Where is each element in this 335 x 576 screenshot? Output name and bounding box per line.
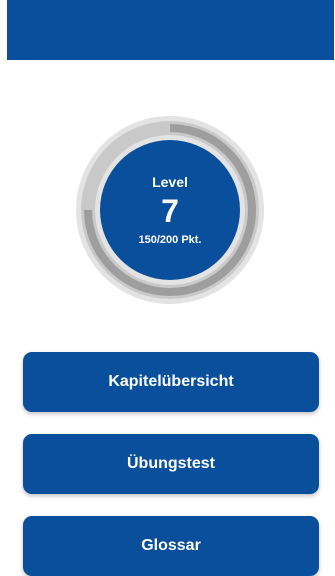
level-badge: Level 7 150/200 Pkt. — [100, 140, 240, 280]
level-value: 7 — [161, 193, 179, 229]
practice-test-button[interactable]: Übungstest — [23, 434, 319, 494]
level-label: Level — [152, 174, 188, 190]
header-bar — [7, 0, 334, 60]
level-points: 150/200 Pkt. — [138, 234, 202, 246]
level-progress-widget: Level 7 150/200 Pkt. — [70, 110, 270, 310]
chapter-overview-button[interactable]: Kapitelübersicht — [23, 352, 319, 412]
glossary-button[interactable]: Glossar — [23, 516, 319, 576]
app-screen: Level 7 150/200 Pkt. Kapitelübersicht Üb… — [0, 0, 335, 576]
